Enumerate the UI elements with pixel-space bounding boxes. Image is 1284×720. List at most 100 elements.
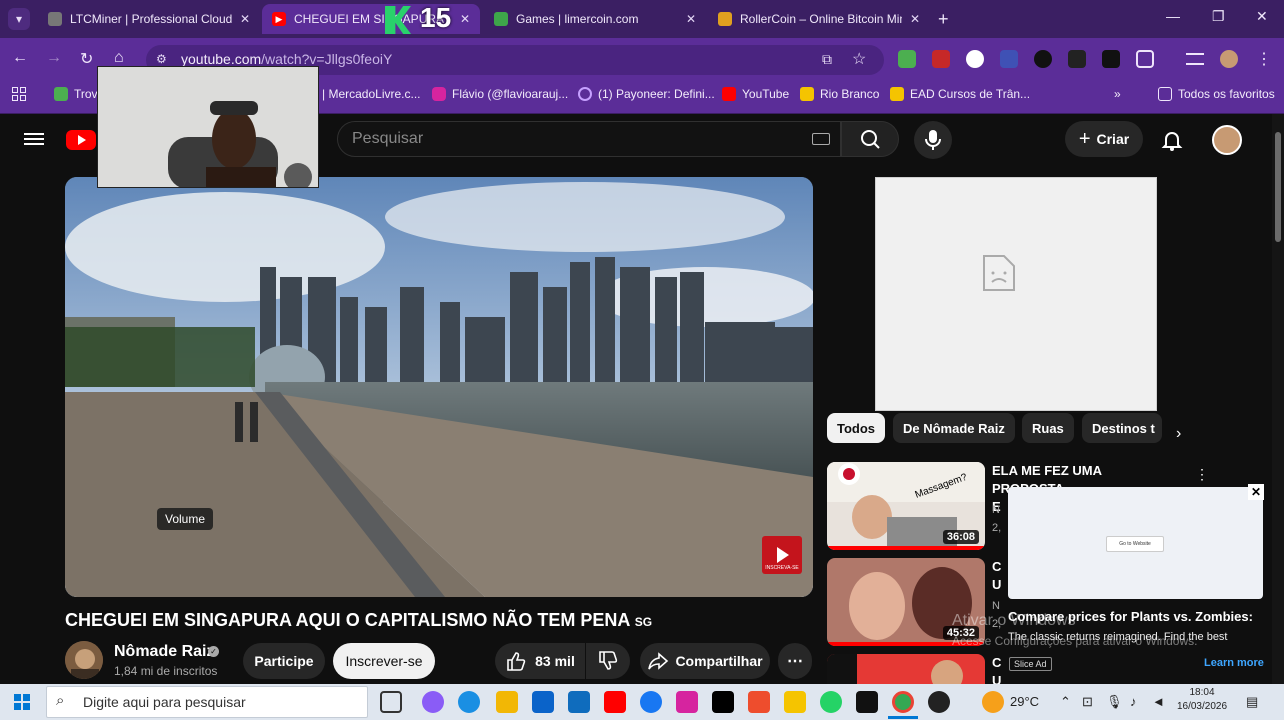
site-info-icon[interactable]: ⚙ bbox=[156, 52, 170, 66]
extension-red-icon[interactable] bbox=[932, 50, 950, 68]
close-icon[interactable]: ✕ bbox=[460, 12, 470, 26]
channel-avatar[interactable] bbox=[65, 641, 103, 679]
ad-go-to-website-button[interactable]: Go to Website bbox=[1106, 536, 1164, 552]
video-duration: 36:08 bbox=[942, 530, 979, 544]
tab-search-button[interactable]: ▾ bbox=[8, 8, 30, 30]
rec-thumbnail-3[interactable] bbox=[827, 654, 985, 684]
subscribe-button[interactable]: Inscrever-se bbox=[333, 643, 435, 679]
bookmark-rio-branco[interactable]: Rio Branco bbox=[800, 87, 879, 101]
rec-thumbnail-2[interactable]: 45:32 bbox=[827, 558, 985, 646]
temperature[interactable]: 29°C bbox=[1010, 694, 1039, 709]
edge-icon[interactable] bbox=[458, 691, 480, 713]
apps-grid-icon[interactable] bbox=[12, 87, 26, 101]
rec-more-icon[interactable]: ⋮ bbox=[1195, 466, 1209, 483]
bookmark-youtube[interactable]: YouTube bbox=[722, 87, 789, 101]
windows-start-icon[interactable] bbox=[14, 694, 30, 710]
microphone-icon[interactable]: 🎙 bbox=[1106, 694, 1123, 710]
close-icon[interactable]: ✕ bbox=[910, 12, 920, 26]
home-icon[interactable]: ⌂ bbox=[114, 49, 124, 67]
volume-icon[interactable]: ◄ bbox=[1152, 694, 1165, 709]
weather-icon[interactable] bbox=[982, 691, 1004, 713]
notification-center-icon[interactable]: ▤ bbox=[1246, 694, 1258, 710]
bookmark-star-icon[interactable]: ☆ bbox=[852, 49, 866, 69]
tray-overflow-icon[interactable]: ⌃ bbox=[1060, 694, 1071, 710]
copilot-icon[interactable] bbox=[422, 691, 444, 713]
tab-rollercoin[interactable]: RollerCoin – Online Bitcoin Mini ✕ bbox=[708, 4, 930, 34]
facebook-icon[interactable] bbox=[640, 691, 662, 713]
youtube-icon[interactable] bbox=[604, 691, 626, 713]
outlook-icon[interactable] bbox=[568, 691, 590, 713]
mercadolivre-icon[interactable] bbox=[784, 691, 806, 713]
forward-icon[interactable]: → bbox=[46, 49, 62, 67]
reading-list-icon[interactable] bbox=[1186, 53, 1204, 65]
speaker-icon[interactable]: ♪ bbox=[1130, 694, 1137, 709]
create-button[interactable]: + Criar bbox=[1065, 121, 1143, 157]
ad-headline[interactable]: Compare prices for Plants vs. Zombies: bbox=[1008, 609, 1253, 624]
bookmark-trov[interactable]: Trov bbox=[54, 87, 98, 101]
extension-a-icon[interactable] bbox=[1034, 50, 1052, 68]
chip-from-channel[interactable]: De Nômade Raiz bbox=[893, 413, 1015, 443]
notifications-button[interactable] bbox=[1160, 128, 1184, 157]
dislike-button[interactable] bbox=[586, 643, 630, 679]
bookmark-instagram[interactable]: Flávio (@flavioarauj... bbox=[432, 87, 568, 101]
new-tab-plus-icon[interactable]: + bbox=[938, 9, 949, 30]
browser-menu-icon[interactable]: ⋮ bbox=[1256, 49, 1272, 69]
extension-n-icon[interactable] bbox=[1102, 50, 1120, 68]
bookmarks-overflow-icon[interactable]: » bbox=[1114, 87, 1121, 101]
like-button[interactable]: 83 mil bbox=[495, 643, 585, 679]
all-bookmarks[interactable]: Todos os favoritos bbox=[1158, 87, 1275, 101]
ad-close-icon[interactable]: ✕ bbox=[1248, 484, 1264, 500]
search-button[interactable] bbox=[841, 121, 899, 157]
chip-destinations[interactable]: Destinos t bbox=[1082, 413, 1162, 443]
bookmark-mercadolivre[interactable]: | MercadoLivre.c... bbox=[322, 87, 420, 101]
extensions-puzzle-icon[interactable] bbox=[1136, 50, 1154, 68]
taskbar-clock[interactable]: 18:04 16/03/2026 bbox=[1176, 686, 1228, 714]
chip-all[interactable]: Todos bbox=[827, 413, 886, 443]
shopee-icon[interactable] bbox=[748, 691, 770, 713]
chip-streets[interactable]: Ruas bbox=[1022, 413, 1074, 443]
window-close-icon[interactable]: ✕ bbox=[1256, 8, 1268, 25]
extension-box-icon[interactable] bbox=[1068, 50, 1086, 68]
account-avatar[interactable] bbox=[1212, 125, 1242, 155]
tab-ltcminer[interactable]: LTCMiner | Professional Cloud M ✕ bbox=[38, 4, 260, 34]
whatsapp-icon[interactable] bbox=[820, 691, 842, 713]
page-scrollbar[interactable] bbox=[1272, 114, 1284, 684]
guide-menu-icon[interactable] bbox=[24, 130, 44, 148]
restore-icon[interactable]: ❐ bbox=[1212, 8, 1225, 25]
bookmark-payoneer[interactable]: (1) Payoneer: Defini... bbox=[578, 87, 715, 101]
file-explorer-icon[interactable] bbox=[496, 691, 518, 713]
video-player[interactable] bbox=[65, 177, 813, 597]
youtube-logo[interactable] bbox=[66, 130, 96, 150]
extension-chart-icon[interactable] bbox=[898, 50, 916, 68]
share-button[interactable]: Compartilhar bbox=[640, 643, 770, 679]
keyboard-icon[interactable] bbox=[812, 133, 830, 145]
store-icon[interactable] bbox=[532, 691, 554, 713]
chrome-icon[interactable] bbox=[892, 691, 914, 713]
channel-name[interactable]: Nômade Raiz bbox=[114, 643, 214, 661]
more-actions-button[interactable]: ⋯ bbox=[778, 643, 812, 679]
back-icon[interactable]: ← bbox=[12, 49, 28, 67]
rec-thumbnail-1[interactable]: Massagem? 36:08 bbox=[827, 462, 985, 550]
chevron-right-icon[interactable]: › bbox=[1176, 425, 1181, 443]
network-icon[interactable]: ⊡ bbox=[1082, 694, 1093, 710]
url-text[interactable]: youtube.com/watch?v=Jllgs0feoiY bbox=[181, 51, 392, 67]
close-icon[interactable]: ✕ bbox=[686, 12, 696, 26]
ad-learn-more-link[interactable]: Learn more bbox=[1204, 657, 1264, 669]
obs-icon[interactable] bbox=[928, 691, 950, 713]
netflix-icon[interactable] bbox=[856, 691, 878, 713]
reload-icon[interactable]: ↻ bbox=[80, 49, 93, 69]
task-view-icon[interactable] bbox=[380, 691, 402, 713]
bookmark-ead[interactable]: EAD Cursos de Trân... bbox=[890, 87, 1030, 101]
instagram-icon[interactable] bbox=[676, 691, 698, 713]
install-app-icon[interactable]: ⧉ bbox=[822, 51, 832, 68]
profile-avatar-icon[interactable] bbox=[1220, 50, 1238, 68]
extension-shield-icon[interactable] bbox=[1000, 50, 1018, 68]
join-button[interactable]: Participe bbox=[243, 643, 325, 679]
close-icon[interactable]: ✕ bbox=[240, 12, 250, 26]
minimize-icon[interactable]: — bbox=[1166, 8, 1180, 24]
extension-face-icon[interactable] bbox=[966, 50, 984, 68]
ad-description: The classic returns reimagined. Find the… bbox=[1008, 631, 1228, 643]
voice-search-button[interactable] bbox=[914, 121, 952, 159]
tab-limercoin[interactable]: Games | limercoin.com ✕ bbox=[484, 4, 706, 34]
x-twitter-icon[interactable] bbox=[712, 691, 734, 713]
